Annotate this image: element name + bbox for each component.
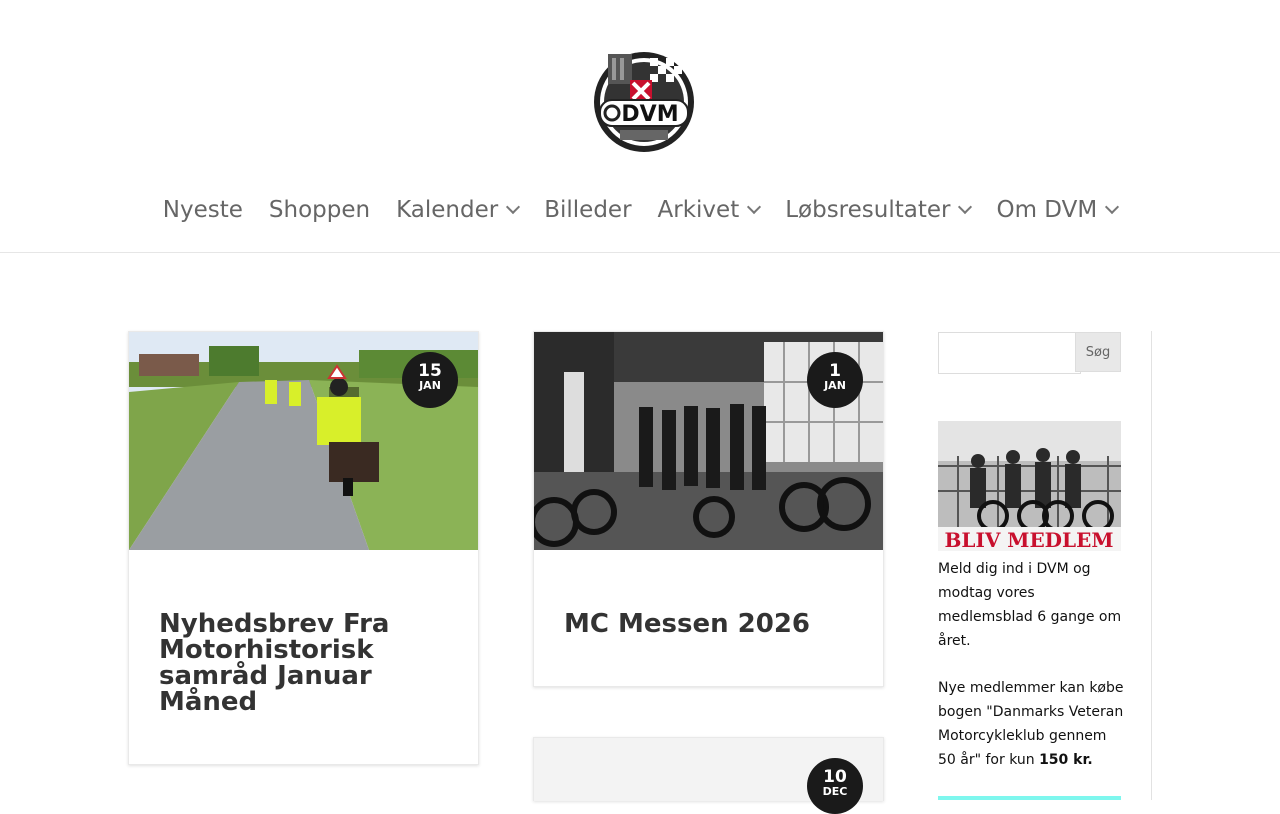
nav-item-nyeste[interactable]: Nyeste [163,190,243,230]
post-date-badge[interactable]: 1 Jan [807,352,863,408]
book-offer-body: Nye medlemmer kan købe bogen "Danmarks V… [938,680,1124,768]
post-card: 1 Jan MC Messen 2026 [533,331,884,687]
post-title[interactable]: Nyhedsbrev Fra Motorhistorisk samråd Jan… [159,611,459,715]
search-input[interactable] [938,332,1081,374]
nav-item-lobsresultater[interactable]: Løbsresultater [785,190,973,230]
nav-item-billeder[interactable]: Billeder [544,190,631,230]
search-button[interactable]: Søg [1075,332,1121,372]
nav-item-om-dvm[interactable]: Om DVM [996,190,1120,230]
sidebar-accent-bar [938,796,1121,800]
nav-item-arkivet[interactable]: Arkivet [658,190,762,230]
banner-text: BLIV MEDLEM [945,528,1114,551]
post-date-month: Jan [419,379,441,392]
book-offer-text: Nye medlemmer kan købe bogen "Danmarks V… [938,676,1128,772]
join-text: Meld dig ind i DVM og modtag vores medle… [938,561,1122,649]
post-card: 15 Jan Nyhedsbrev Fra Motorhistorisk sam… [128,331,479,765]
nav-item-shoppen[interactable]: Shoppen [269,190,370,230]
sidebar-divider [1151,331,1152,800]
post-date-badge[interactable]: 10 Dec [807,758,863,814]
site-header: DVM Nyeste Shoppen Kalender Billeder Ark… [0,0,1280,253]
membership-banner[interactable]: BLIV MEDLEM [938,421,1121,551]
post-date-day: 10 [823,767,847,787]
chevron-down-icon [1105,199,1120,215]
chevron-down-icon [506,199,521,215]
book-offer-price: 150 kr. [1039,752,1093,768]
chevron-down-icon [747,199,762,215]
search-widget: Søg [938,332,1121,374]
svg-text:DVM: DVM [621,102,678,127]
post-date-day: 1 [829,361,841,381]
nav-item-kalender[interactable]: Kalender [396,190,521,230]
post-date-month: Dec [822,785,848,798]
chevron-down-icon [958,199,973,215]
post-title[interactable]: MC Messen 2026 [564,611,864,637]
main-nav: Nyeste Shoppen Kalender Billeder Arkivet… [0,190,1280,230]
post-date-month: Jan [824,379,846,392]
dvm-logo[interactable]: DVM [590,48,698,154]
post-card: 10 Dec [533,737,884,814]
post-date-day: 15 [418,361,442,381]
post-date-badge[interactable]: 15 Jan [402,352,458,408]
